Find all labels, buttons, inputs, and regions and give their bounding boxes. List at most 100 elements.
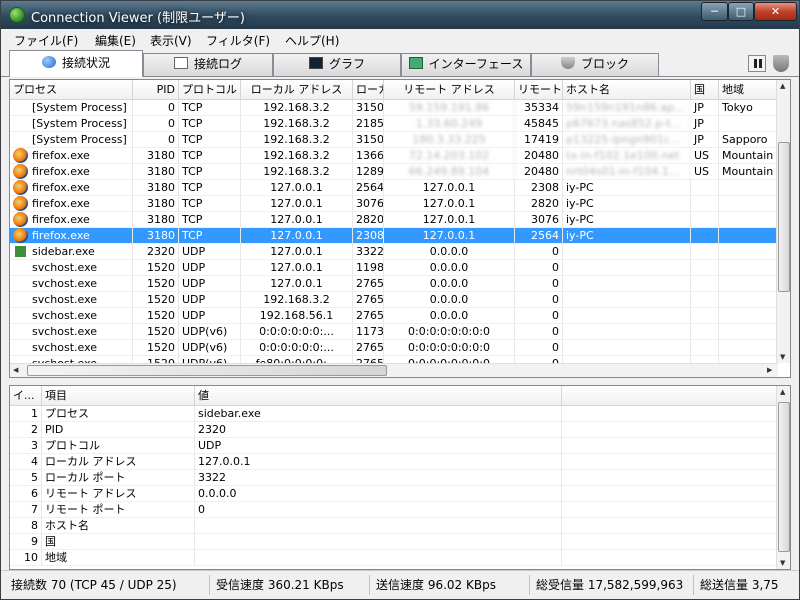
cell-pid: 1520 [133, 324, 179, 340]
cell-process: [System Process] [10, 132, 133, 148]
menu-edit[interactable]: 編集(E) [95, 32, 136, 49]
column-header-remote-address[interactable]: リモート アドレス [384, 80, 515, 100]
cell-host-name [563, 292, 691, 308]
table-row[interactable]: [System Process]0TCP192.168.3.2218531.33… [10, 116, 778, 132]
cell-pid: 3180 [133, 196, 179, 212]
detail-row[interactable]: 1 プロセス sidebar.exe [10, 406, 778, 422]
table-row[interactable]: firefox.exe 3180 TCP 127.0.0.1 2564 127.0.0.1… [10, 180, 778, 196]
table-row[interactable]: svchost.exe1520UDP127.0.0.1119860.0.0.00 [10, 260, 778, 276]
table-row[interactable]: firefox.exe3180TCP192.168.3.21289366.249… [10, 164, 778, 180]
detail-cell-extra [562, 406, 778, 422]
cell-country [691, 260, 719, 276]
cell-pid: 1520 [133, 308, 179, 324]
scroll-thumb[interactable] [778, 402, 790, 552]
details-header-index[interactable]: イ... [10, 386, 42, 406]
table-row[interactable]: [System Process]0TCP192.168.3.231504180.… [10, 132, 778, 148]
column-header-region[interactable]: 地域 [719, 80, 778, 100]
detail-row[interactable]: 4 ローカル アドレス 127.0.0.1 [10, 454, 778, 470]
cell-remote-port: 45845 [515, 116, 563, 132]
tab-graph[interactable]: グラフ [273, 53, 401, 76]
table-row[interactable]: sidebar.exe 2320 UDP 127.0.0.1 3322 0.0.0.0 0 [10, 244, 778, 260]
detail-cell-index: 1 [10, 406, 42, 422]
column-header-local-address[interactable]: ローカル アドレス [241, 80, 353, 100]
scroll-left-icon[interactable]: ◀ [13, 366, 18, 374]
table-row[interactable]: svchost.exe1520UDP192.168.56.1276550.0.0… [10, 308, 778, 324]
cell-country: JP [691, 100, 719, 116]
detail-cell-item: 国 [42, 534, 195, 550]
detail-row[interactable]: 10 地域 [10, 550, 778, 566]
details-scrollbar[interactable]: ▲ ▼ [776, 386, 790, 569]
column-header-pid[interactable]: PID [133, 80, 179, 100]
pause-button[interactable] [748, 55, 766, 72]
scroll-right-icon[interactable]: ▶ [767, 366, 772, 374]
detail-row[interactable]: 2 PID 2320 [10, 422, 778, 438]
cell-country [691, 276, 719, 292]
cell-pid: 1520 [133, 276, 179, 292]
tab-label: インターフェース [428, 57, 524, 71]
hscroll-thumb[interactable] [27, 365, 387, 376]
scroll-up-icon[interactable]: ▲ [780, 82, 785, 90]
maximize-button[interactable]: □ [728, 2, 754, 21]
cell-host-name [563, 324, 691, 340]
block-shield-icon[interactable] [773, 55, 789, 72]
scroll-down-icon[interactable]: ▼ [780, 559, 785, 567]
detail-cell-index: 5 [10, 470, 42, 486]
table-row[interactable]: svchost.exe 1520 UDP(v6) 0:0:0:0:0:0:... 276… [10, 340, 778, 356]
status-send-speed: 送信速度 96.02 KBps [369, 575, 527, 595]
menu-view[interactable]: 表示(V) [150, 32, 192, 49]
detail-row[interactable]: 3 プロトコル UDP [10, 438, 778, 454]
table-row[interactable]: firefox.exe 3180 TCP 127.0.0.1 2308 127.0.0.1… [10, 228, 778, 244]
details-header-item[interactable]: 項目 [42, 386, 195, 406]
menu-filter[interactable]: フィルタ(F) [206, 32, 270, 49]
tab-block[interactable]: ブロック [531, 53, 659, 76]
detail-row[interactable]: 7 リモート ポート 0 [10, 502, 778, 518]
cell-protocol: TCP [179, 180, 241, 196]
log-icon [173, 57, 188, 69]
column-header-host-name[interactable]: ホスト名 [563, 80, 691, 100]
column-header-remote-port[interactable]: リモート... [515, 80, 563, 100]
table-row[interactable]: firefox.exe 3180 TCP 127.0.0.1 2820 127.0.0.1… [10, 212, 778, 228]
tab-log[interactable]: 接続ログ [143, 53, 273, 76]
table-row[interactable]: firefox.exe3180TCP192.168.3.21366172.14.… [10, 148, 778, 164]
close-button[interactable]: ✕ [754, 2, 797, 21]
detail-cell-item: 地域 [42, 550, 195, 566]
minimize-button[interactable]: ─ [701, 2, 728, 21]
details-header-value[interactable]: 値 [195, 386, 562, 406]
scroll-down-icon[interactable]: ▼ [780, 353, 785, 361]
column-header-process[interactable]: プロセス [10, 80, 133, 100]
detail-row[interactable]: 8 ホスト名 [10, 518, 778, 534]
cell-country [691, 228, 719, 244]
details-table: イ... 項目値 1 プロセス sidebar.exe 2 PID 2320 3 プロトコル UD… [9, 385, 791, 570]
status-total-sent: 総送信量 3,75 [693, 575, 797, 595]
column-header-protocol[interactable]: プロトコル [179, 80, 241, 100]
table-row[interactable]: svchost.exe1520UDP192.168.3.2276550.0.0.… [10, 292, 778, 308]
table-row[interactable]: svchost.exe 1520 UDP(v6) 0:0:0:0:0:0:... 117… [10, 324, 778, 340]
menu-help[interactable]: ヘルプ(H) [285, 32, 339, 49]
column-header-local-port[interactable]: ローカル... [353, 80, 384, 100]
firefox-icon [13, 164, 28, 179]
cell-host-name: iy-PC [563, 212, 691, 228]
cell-local-port: 11730 [353, 324, 384, 340]
horizontal-scrollbar[interactable]: ◀ ▶ [10, 363, 778, 377]
table-row[interactable]: [System Process]0TCP192.168.3.23150459.1… [10, 100, 778, 116]
vertical-scrollbar[interactable]: ▲ ▼ [776, 80, 790, 363]
scroll-up-icon[interactable]: ▲ [780, 388, 785, 396]
tab-interface[interactable]: インターフェース [401, 53, 531, 76]
menu-file[interactable]: ファイル(F) [14, 32, 78, 49]
table-row[interactable]: svchost.exe1520UDP127.0.0.1276550.0.0.00 [10, 276, 778, 292]
tab-connections[interactable]: 接続状況 [9, 50, 143, 77]
cell-local-port: 31504 [353, 100, 384, 116]
cell-host-name: iy-PC [563, 228, 691, 244]
column-header-country[interactable]: 国 [691, 80, 719, 100]
cell-remote-port: 2308 [515, 180, 563, 196]
detail-row[interactable]: 6 リモート アドレス 0.0.0.0 [10, 486, 778, 502]
cell-process: firefox.exe [10, 180, 133, 196]
detail-row[interactable]: 9国 [10, 534, 778, 550]
title-bar[interactable]: Connection Viewer (制限ユーザー) ─ □ ✕ [1, 1, 799, 29]
pane-splitter[interactable] [9, 378, 791, 385]
scroll-thumb[interactable] [778, 142, 790, 292]
detail-cell-value: UDP [195, 438, 562, 454]
detail-row[interactable]: 5 ローカル ポート 3322 [10, 470, 778, 486]
window-title: Connection Viewer (制限ユーザー) [31, 11, 245, 26]
table-row[interactable]: firefox.exe 3180 TCP 127.0.0.1 3076 127.0.0.1… [10, 196, 778, 212]
